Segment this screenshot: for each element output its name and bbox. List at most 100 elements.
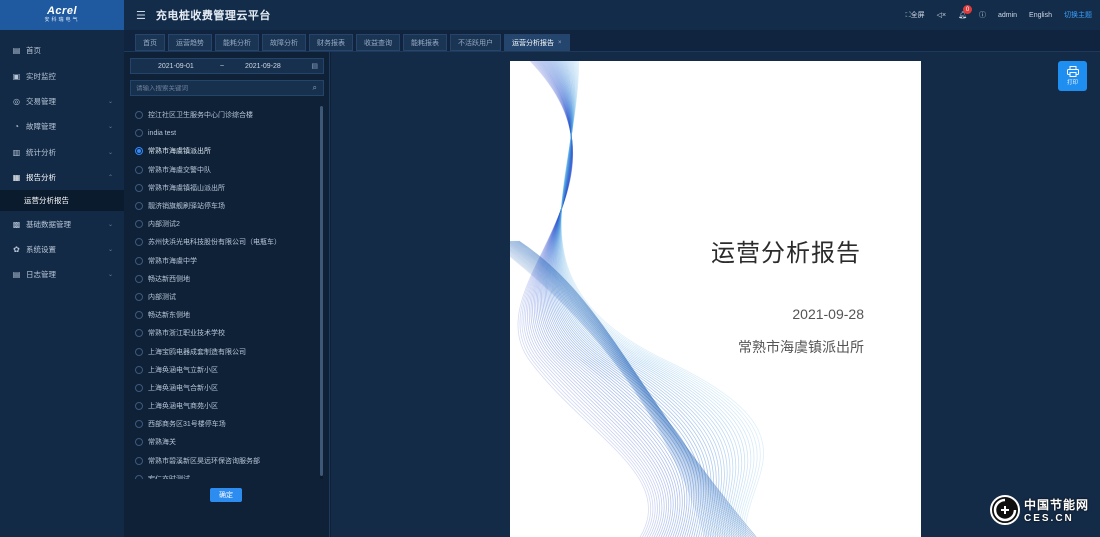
sidebar-item-3[interactable]: ◔ 故障管理 ⌄: [0, 114, 124, 139]
print-button[interactable]: 打印: [1058, 61, 1087, 91]
station-list-item[interactable]: 常熟市海虞镇派出所: [130, 142, 324, 160]
tab-7[interactable]: 不活跃用户: [450, 34, 501, 51]
station-list-item[interactable]: 常熟市海虞镇福山派出所: [130, 179, 324, 197]
tab-4[interactable]: 财务报表: [309, 34, 353, 51]
confirm-button[interactable]: 确定: [210, 488, 242, 502]
tab-2[interactable]: 能耗分析: [215, 34, 259, 51]
station-list-item[interactable]: 上海宝鸥电器成套制造有限公司: [130, 342, 324, 360]
scrollbar-thumb[interactable]: [320, 106, 323, 476]
station-radio[interactable]: [135, 383, 143, 392]
sidebar-subitem-operation-report[interactable]: 运营分析报告: [0, 190, 124, 212]
chevron-down-icon: ⌄: [107, 221, 113, 228]
theme-switch-link[interactable]: 切换主题: [1064, 10, 1092, 20]
station-search-input[interactable]: [131, 84, 301, 92]
tab-0[interactable]: 首页: [135, 34, 165, 51]
end-date[interactable]: 2021-09-28: [245, 63, 281, 70]
tab-label: 财务报表: [317, 39, 345, 47]
station-filter-panel: 2021-09-01 ~ 2021-09-28 ▤ ⌕ 控江社区卫生服务中心门诊…: [124, 52, 330, 537]
settings-icon: ✿: [13, 244, 20, 254]
station-radio[interactable]: [135, 292, 143, 301]
station-name: india test: [148, 129, 177, 137]
tab-3[interactable]: 故障分析: [262, 34, 306, 51]
close-icon[interactable]: ×: [558, 40, 562, 46]
station-list-item[interactable]: 控江社区卫生服务中心门诊综合楼: [130, 106, 324, 124]
station-list-item[interactable]: 常熟海关: [130, 433, 324, 451]
station-radio[interactable]: [135, 147, 143, 156]
station-radio[interactable]: [135, 474, 143, 479]
chevron-down-icon: ⌄: [107, 272, 113, 279]
ces-logo-icon: [990, 495, 1020, 525]
station-list-item[interactable]: 上海奂涵电气立新小区: [130, 361, 324, 379]
station-radio[interactable]: [135, 256, 143, 265]
fullscreen-button[interactable]: ⛶全屏: [906, 10, 925, 20]
station-name: 常熟市海虞中学: [148, 257, 197, 265]
station-list-item[interactable]: 西部商务区31号楼停车场: [130, 415, 324, 433]
sidebar-item-8[interactable]: ▤ 日志管理 ⌄: [0, 262, 124, 287]
tab-1[interactable]: 运营趋势: [168, 34, 212, 51]
station-list-item[interactable]: 常熟市海虞中学: [130, 252, 324, 270]
language-switch[interactable]: English: [1029, 12, 1052, 19]
station-radio[interactable]: [135, 456, 143, 465]
station-radio[interactable]: [135, 274, 143, 283]
station-list-item[interactable]: 靓济销旗舰刷驿站停车场: [130, 197, 324, 215]
calendar-icon[interactable]: ▤: [311, 62, 318, 70]
station-list-item[interactable]: 宏仁亦时测试: [130, 470, 324, 479]
station-name: 靓济销旗舰刷驿站停车场: [148, 203, 225, 211]
station-list-item[interactable]: 畅达新东侧地: [130, 306, 324, 324]
station-list-item[interactable]: 常熟市碧溪新区昊远环保咨询服务部: [130, 452, 324, 470]
station-name: 常熟市海虞镇派出所: [148, 148, 211, 156]
station-radio[interactable]: [135, 238, 143, 247]
tab-label: 首页: [143, 39, 157, 47]
station-radio[interactable]: [135, 111, 143, 120]
station-list-item[interactable]: india test: [130, 124, 324, 142]
tab-5[interactable]: 收益查询: [356, 34, 400, 51]
station-name: 上海宝鸥电器成套制造有限公司: [148, 348, 246, 356]
search-icon[interactable]: ⌕: [313, 83, 317, 93]
help-icon[interactable]: ⓘ: [979, 10, 986, 20]
tab-label: 能耗报表: [411, 39, 439, 47]
station-radio[interactable]: [135, 311, 143, 320]
notification-bell-icon[interactable]: 🔔︎ 0: [958, 5, 973, 19]
notification-badge: 0: [963, 5, 973, 14]
transaction-icon: ◎: [13, 96, 20, 106]
station-list-item[interactable]: 畅达新西侧地: [130, 270, 324, 288]
logo[interactable]: Acrel 安科瑞电气: [0, 0, 124, 30]
station-radio[interactable]: [135, 329, 143, 338]
sidebar-item-label: 交易管理: [26, 96, 56, 106]
station-radio[interactable]: [135, 165, 143, 174]
station-radio[interactable]: [135, 129, 143, 138]
station-list-item[interactable]: 上海奂涵电气合新小区: [130, 379, 324, 397]
sidebar-item-4[interactable]: ▥ 统计分析 ⌄: [0, 140, 124, 165]
sidebar-item-0[interactable]: ▤ 首页: [0, 38, 124, 63]
station-radio[interactable]: [135, 183, 143, 192]
sidebar-item-6[interactable]: ▩ 基础数据管理 ⌄: [0, 211, 124, 236]
station-list-item[interactable]: 上海奂涵电气商苑小区: [130, 397, 324, 415]
tab-8[interactable]: 运营分析报告 ×: [504, 34, 570, 51]
station-list-item[interactable]: 常熟市海虞交警中队: [130, 161, 324, 179]
station-list-item[interactable]: 内部测试: [130, 288, 324, 306]
station-radio[interactable]: [135, 220, 143, 229]
station-list-item[interactable]: 常熟市浙江职业技术学校: [130, 324, 324, 342]
station-list-item[interactable]: 苏州快浜光电科技股份有限公司（电瓶车）: [130, 233, 324, 251]
station-radio[interactable]: [135, 438, 143, 447]
station-radio[interactable]: [135, 202, 143, 211]
tab-label: 不活跃用户: [458, 39, 493, 47]
sidebar-item-5[interactable]: ▦ 报告分析 ⌃: [0, 165, 124, 190]
station-radio[interactable]: [135, 365, 143, 374]
station-list-item[interactable]: 内部测试2: [130, 215, 324, 233]
tab-6[interactable]: 能耗报表: [403, 34, 447, 51]
sidebar-item-2[interactable]: ◎ 交易管理 ⌄: [0, 89, 124, 114]
sidebar-item-1[interactable]: ▣ 实时监控: [0, 63, 124, 88]
station-radio[interactable]: [135, 420, 143, 429]
station-radio[interactable]: [135, 347, 143, 356]
mute-icon[interactable]: ◁×: [937, 11, 946, 19]
user-menu[interactable]: admin: [998, 12, 1017, 19]
station-radio[interactable]: [135, 402, 143, 411]
menu-toggle-icon[interactable]: ☰: [136, 9, 146, 22]
sidebar-item-7[interactable]: ✿ 系统设置 ⌄: [0, 237, 124, 262]
report-organization: 常熟市海虞镇派出所: [738, 340, 864, 356]
chevron-up-icon: ⌃: [107, 175, 113, 182]
date-range-picker[interactable]: 2021-09-01 ~ 2021-09-28 ▤: [130, 58, 324, 74]
station-list-scrollbar[interactable]: [320, 106, 323, 479]
start-date[interactable]: 2021-09-01: [158, 63, 194, 70]
